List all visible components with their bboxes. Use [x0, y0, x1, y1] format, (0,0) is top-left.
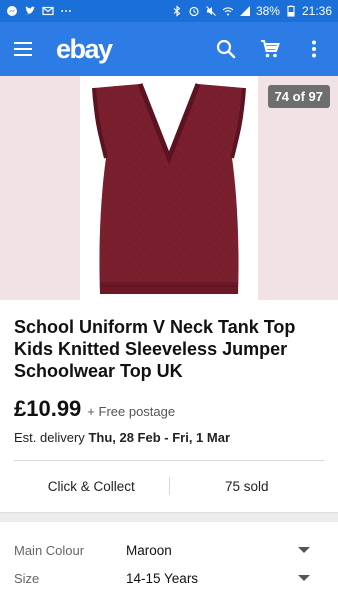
price-row: £10.99 + Free postage — [14, 396, 175, 422]
more-vert-icon — [312, 40, 316, 58]
twitter-icon — [25, 6, 35, 15]
spec-label: Main Colour — [14, 542, 85, 558]
spec-value[interactable]: 14-15 Years — [126, 571, 198, 586]
cart-icon — [261, 40, 280, 58]
status-notifications — [6, 5, 72, 17]
price: £10.99 — [14, 396, 82, 421]
dropdown-caret-icon[interactable] — [298, 575, 310, 581]
more-notifications-icon — [61, 10, 71, 12]
estimated-delivery: Est. delivery Thu, 28 Feb - Fri, 1 Mar — [14, 430, 230, 445]
spec-value[interactable]: Maroon — [126, 543, 172, 558]
sold-count: 75 sold — [224, 478, 269, 494]
listing-stats: Click & Collect 75 sold — [14, 466, 324, 506]
cart-button[interactable] — [258, 37, 282, 61]
dropdown-caret-icon[interactable] — [298, 547, 310, 553]
image-counter: 74 of 97 — [267, 85, 330, 108]
mute-icon — [206, 6, 216, 16]
alarm-icon — [189, 6, 199, 17]
vest-image — [92, 83, 246, 294]
signal-icon — [239, 6, 250, 16]
click-collect-badge: Click & Collect — [47, 478, 135, 494]
image-gallery[interactable]: 74 of 97 — [0, 76, 338, 300]
status-bar: 38% 21:36 — [0, 0, 338, 22]
search-icon — [216, 39, 236, 59]
delivery-dates: Thu, 28 Feb - Fri, 1 Mar — [88, 430, 231, 445]
spec-main-colour[interactable]: Main Colour Maroon — [14, 538, 324, 562]
postage-info: + Free postage — [87, 404, 176, 419]
bluetooth-icon — [173, 5, 181, 17]
divider — [14, 460, 324, 461]
delivery-label: Est. delivery — [14, 430, 85, 445]
search-button[interactable] — [214, 37, 238, 61]
status-system: 38% 21:36 — [171, 4, 332, 18]
clock: 21:36 — [301, 4, 332, 18]
battery-percent: 38% — [255, 4, 280, 18]
spec-size[interactable]: Size 14-15 Years — [14, 566, 324, 590]
ebay-logo[interactable]: ebay — [56, 34, 113, 65]
messenger-icon — [7, 6, 17, 16]
spec-label: Size — [14, 570, 40, 586]
wifi-icon — [222, 7, 234, 16]
more-options-button[interactable] — [302, 37, 326, 61]
app-bar: ebay — [0, 22, 338, 76]
section-gap — [0, 512, 338, 522]
app-bar-actions — [214, 37, 326, 61]
product-photo[interactable] — [80, 76, 258, 300]
menu-icon[interactable] — [14, 38, 36, 60]
mail-icon — [42, 6, 54, 16]
battery-icon — [287, 5, 295, 17]
listing-title: School Uniform V Neck Tank Top Kids Knit… — [14, 317, 296, 381]
